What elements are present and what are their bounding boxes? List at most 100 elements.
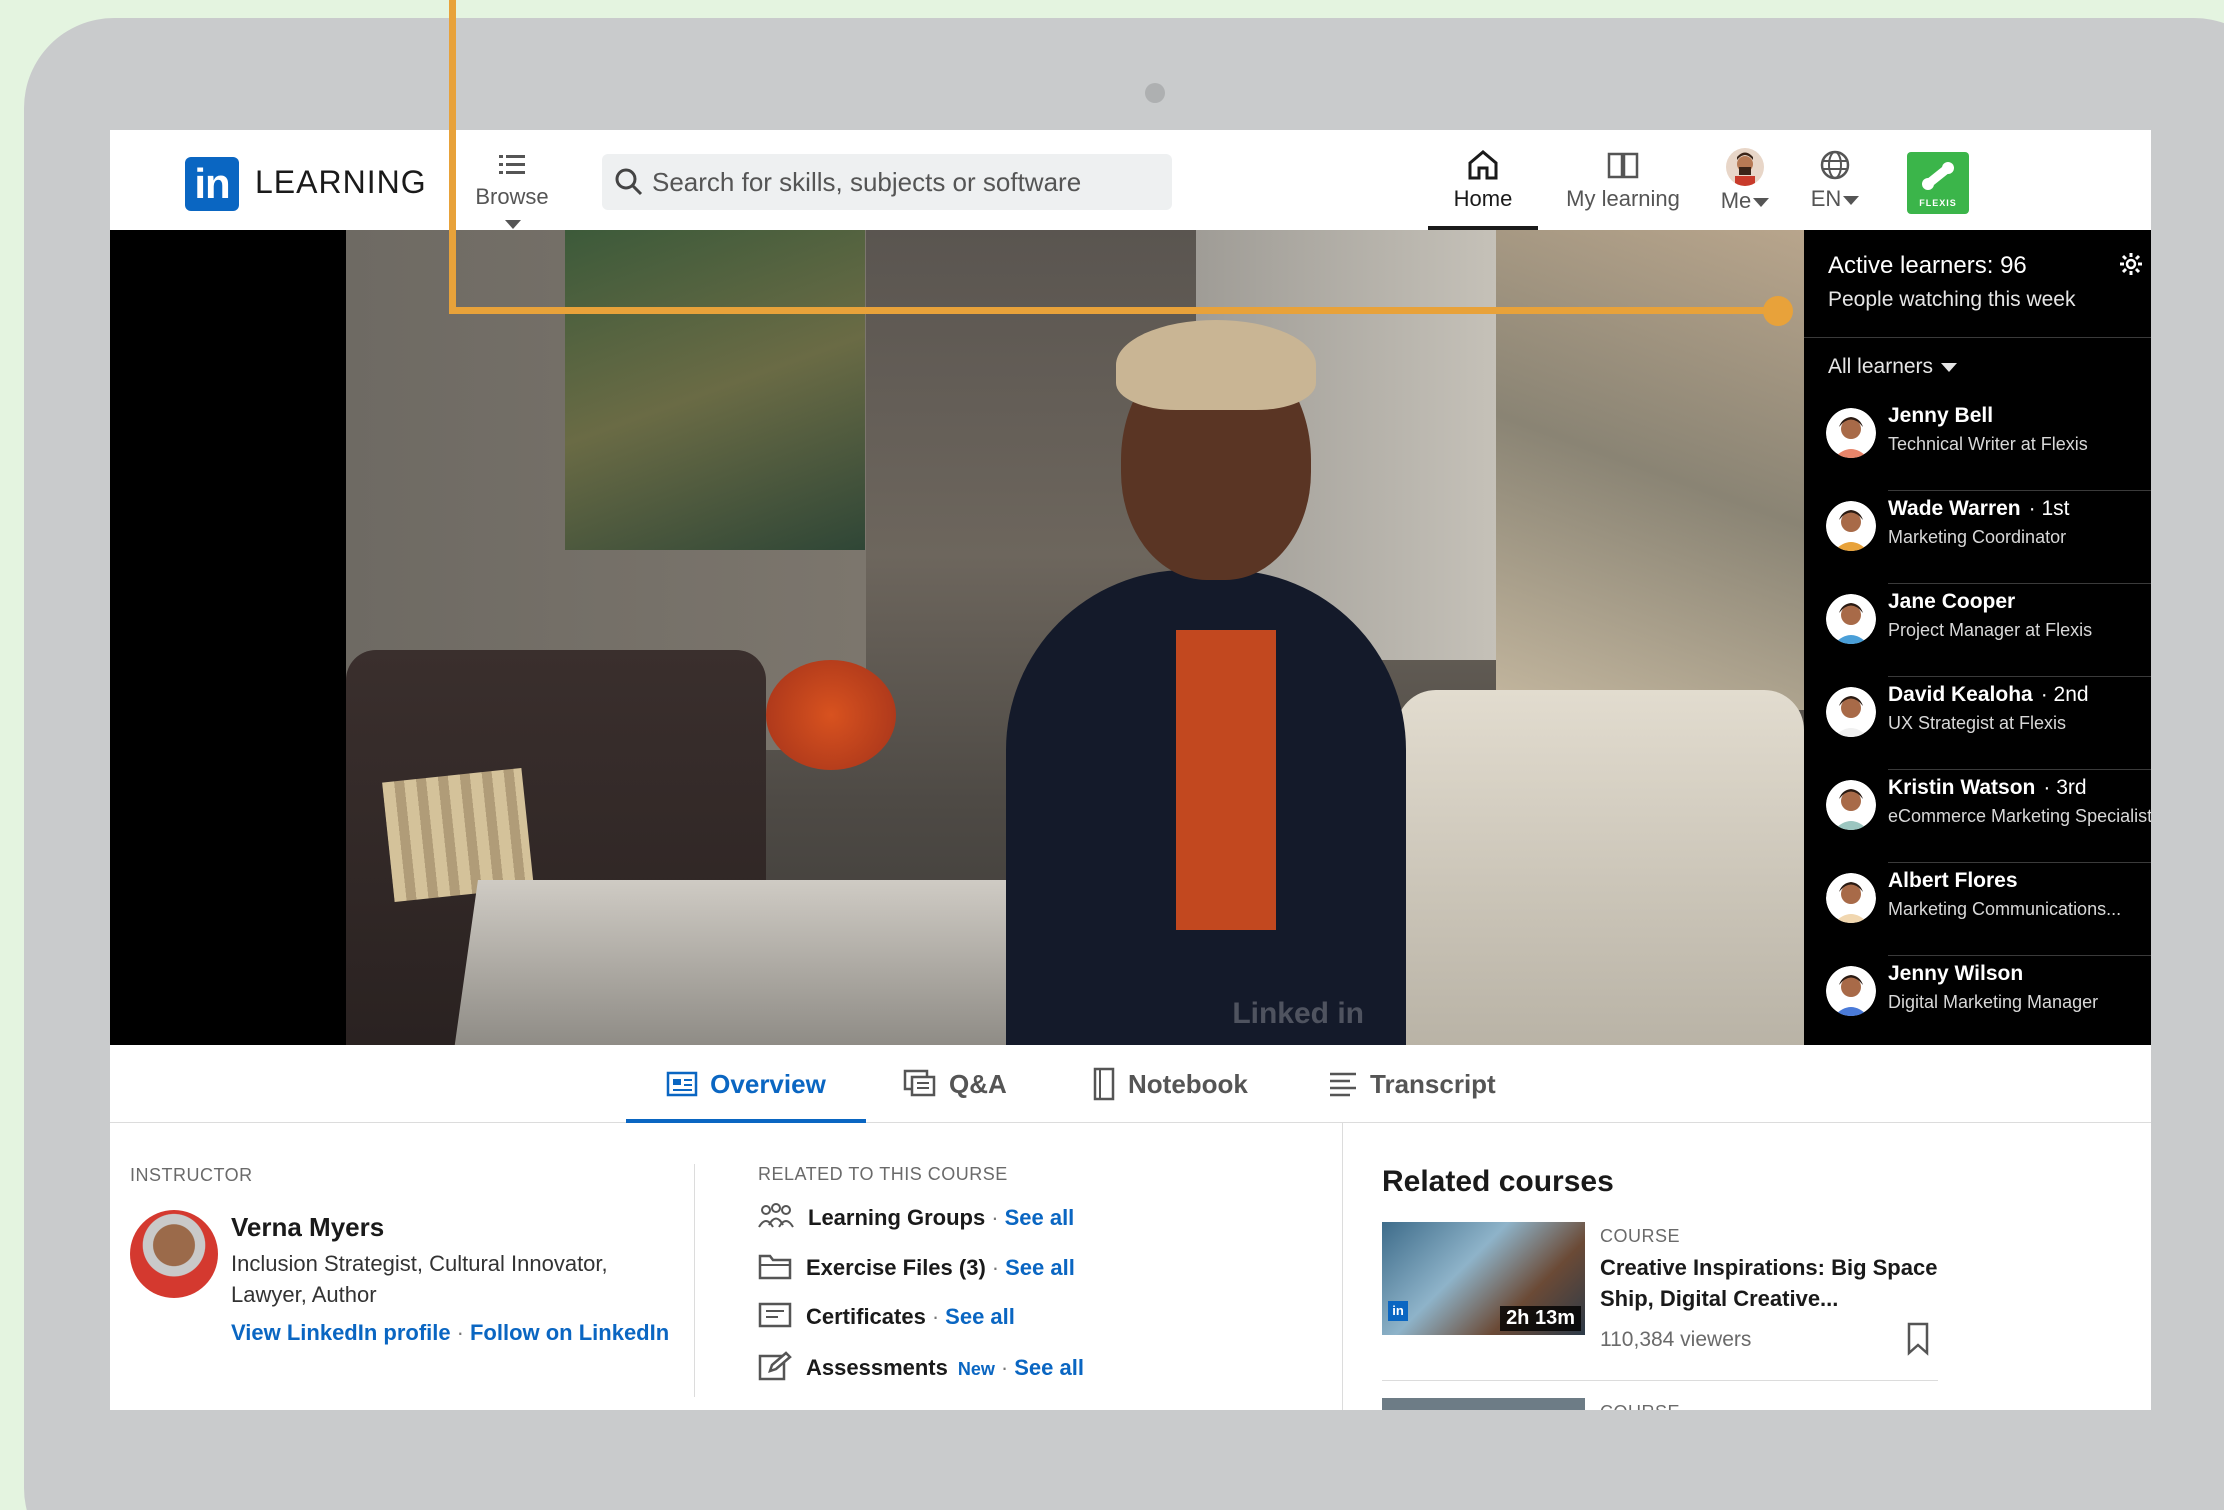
learner-item[interactable]: Jenny Wilson Digital Marketing Manager xyxy=(1804,956,2151,1049)
instructor-links: View LinkedIn profile · Follow on LinkedIn xyxy=(231,1320,670,1345)
nav-home-label: Home xyxy=(1453,186,1513,211)
instructor-title: Inclusion Strategist, Cultural Innovator… xyxy=(231,1251,608,1307)
divider xyxy=(694,1164,695,1397)
avatar xyxy=(1826,408,1876,458)
active-learners-title: Active learners: 96 xyxy=(1828,252,2027,279)
tab-notebook[interactable]: Notebook xyxy=(1092,1045,1248,1123)
browse-menu[interactable]: Browse xyxy=(467,150,557,236)
learner-name[interactable]: Jane Cooper xyxy=(1888,590,2015,614)
course-duration: 2h 13m xyxy=(1500,1306,1581,1331)
learner-name[interactable]: Wade Warren · 1st xyxy=(1888,497,2069,521)
learner-name-text: Kristin Watson xyxy=(1888,776,2036,799)
nav-my-learning[interactable]: My learning xyxy=(1553,148,1693,212)
view-profile-link[interactable]: View LinkedIn profile xyxy=(231,1320,451,1345)
assessments-see-all[interactable]: See all xyxy=(1014,1355,1084,1380)
video-watermark: Linked in xyxy=(1232,997,1364,1030)
course-thumbnail[interactable] xyxy=(1382,1398,1585,1410)
learner-name-text: Wade Warren xyxy=(1888,497,2021,520)
avatar xyxy=(1826,687,1876,737)
tab-qa[interactable]: Q&A xyxy=(903,1045,1007,1123)
learner-name[interactable]: Albert Flores xyxy=(1888,869,2018,893)
qa-icon xyxy=(903,1069,936,1097)
learner-item[interactable]: Jenny Bell Technical Writer at Flexis xyxy=(1804,398,2151,491)
annotation-line xyxy=(449,0,456,314)
learning-groups-label: Learning Groups xyxy=(808,1205,986,1230)
camera-dot xyxy=(1145,83,1165,103)
video-player[interactable]: Linked in xyxy=(110,230,1804,1045)
learner-name[interactable]: Jenny Bell xyxy=(1888,404,1993,428)
avatar xyxy=(1826,873,1876,923)
search-icon xyxy=(615,168,643,196)
certificate-icon xyxy=(758,1302,792,1328)
learner-name-text: Albert Flores xyxy=(1888,869,2018,892)
group-icon xyxy=(758,1203,794,1228)
active-learners-panel: Active learners: 96 People watching this… xyxy=(1804,230,2151,1045)
nav-language[interactable]: EN xyxy=(1800,148,1870,212)
related-label: RELATED TO THIS COURSE xyxy=(758,1164,1008,1184)
learning-groups-see-all[interactable]: See all xyxy=(1005,1205,1075,1230)
transcript-icon xyxy=(1330,1072,1356,1097)
tab-transcript-label: Transcript xyxy=(1370,1069,1496,1099)
chevron-down-icon xyxy=(1843,195,1860,205)
nav-me-label: Me xyxy=(1720,188,1752,213)
learner-name[interactable]: Jenny Wilson xyxy=(1888,962,2023,986)
certificates-label: Certificates xyxy=(806,1304,926,1329)
learner-item[interactable]: David Kealoha · 2nd UX Strategist at Flexi… xyxy=(1804,677,2151,770)
course-type-label: COURSE xyxy=(1600,1402,1680,1410)
chevron-down-icon xyxy=(1753,197,1770,207)
bookmark-icon[interactable] xyxy=(1906,1322,1930,1356)
exercise-files-label: Exercise Files (3) xyxy=(806,1255,986,1280)
nav-me[interactable]: Me xyxy=(1710,148,1780,214)
search-bar[interactable] xyxy=(602,154,1172,210)
learner-name-text: Jenny Wilson xyxy=(1888,962,2024,985)
certificates-see-all[interactable]: See all xyxy=(945,1304,1015,1329)
org-badge-label: FLEXIS xyxy=(1919,198,1957,208)
flexis-logo-icon xyxy=(1922,162,1954,190)
home-icon xyxy=(1468,150,1498,180)
nav-home[interactable]: Home xyxy=(1428,148,1538,230)
divider xyxy=(1804,337,2151,338)
connection-degree: · 3rd xyxy=(2043,776,2087,799)
learner-item[interactable]: Jane Cooper Project Manager at Flexis xyxy=(1804,584,2151,677)
gear-icon[interactable] xyxy=(2119,252,2143,276)
folder-icon xyxy=(758,1254,792,1280)
chevron-down-icon xyxy=(505,219,521,229)
learner-title: Technical Writer at Flexis xyxy=(1888,434,2088,454)
tab-transcript[interactable]: Transcript xyxy=(1328,1045,1496,1123)
learner-title: eCommerce Marketing Specialist xyxy=(1888,806,2151,826)
learner-name[interactable]: Kristin Watson · 3rd xyxy=(1888,776,2087,800)
chevron-down-icon xyxy=(1941,362,1958,372)
globe-icon xyxy=(1820,150,1850,180)
avatar xyxy=(1726,148,1764,186)
search-input[interactable] xyxy=(652,162,1152,202)
book-icon xyxy=(1607,152,1639,179)
video-frame: Linked in xyxy=(346,230,1804,1045)
course-thumbnail[interactable]: in 2h 13m xyxy=(1382,1222,1585,1335)
edit-icon xyxy=(758,1351,792,1381)
tab-overview[interactable]: Overview xyxy=(626,1045,866,1123)
org-logo-flexis[interactable]: FLEXIS xyxy=(1907,152,1969,214)
linkedin-badge-icon: in xyxy=(1388,1301,1408,1321)
instructor-avatar[interactable] xyxy=(130,1210,218,1298)
course-type-label: COURSE xyxy=(1600,1226,1681,1246)
learner-name[interactable]: David Kealoha · 2nd xyxy=(1888,683,2089,707)
learner-item[interactable]: Kristin Watson · 3rd eCommerce Marketing S… xyxy=(1804,770,2151,863)
tab-overview-label: Overview xyxy=(710,1069,826,1099)
logo-text[interactable]: LEARNING xyxy=(255,164,427,201)
learner-item[interactable]: Albert Flores Marketing Communications... xyxy=(1804,863,2151,956)
instructor-name[interactable]: Verna Myers xyxy=(231,1212,384,1243)
linkedin-logo-icon[interactable]: in xyxy=(185,157,239,211)
exercise-files-see-all[interactable]: See all xyxy=(1005,1255,1075,1280)
divider xyxy=(1382,1380,1938,1381)
learner-item[interactable]: Wade Warren · 1st Marketing Coordinator xyxy=(1804,491,2151,584)
course-tabs: Overview Q&A Notebook Transcript xyxy=(110,1045,2151,1123)
learner-filter-dropdown[interactable]: All learners xyxy=(1828,355,1958,379)
nav-language-label: EN xyxy=(1810,186,1842,211)
connection-degree: · 1st xyxy=(2028,497,2070,520)
avatar xyxy=(1826,594,1876,644)
app-screen: in LEARNING Browse Home My learning Me xyxy=(110,130,2151,1410)
follow-link[interactable]: Follow on LinkedIn xyxy=(470,1320,669,1345)
new-badge: New xyxy=(957,1358,995,1379)
learner-filter-label: All learners xyxy=(1828,355,1934,378)
course-title-link[interactable]: Creative Inspirations: Big Space Ship, D… xyxy=(1600,1252,1960,1314)
